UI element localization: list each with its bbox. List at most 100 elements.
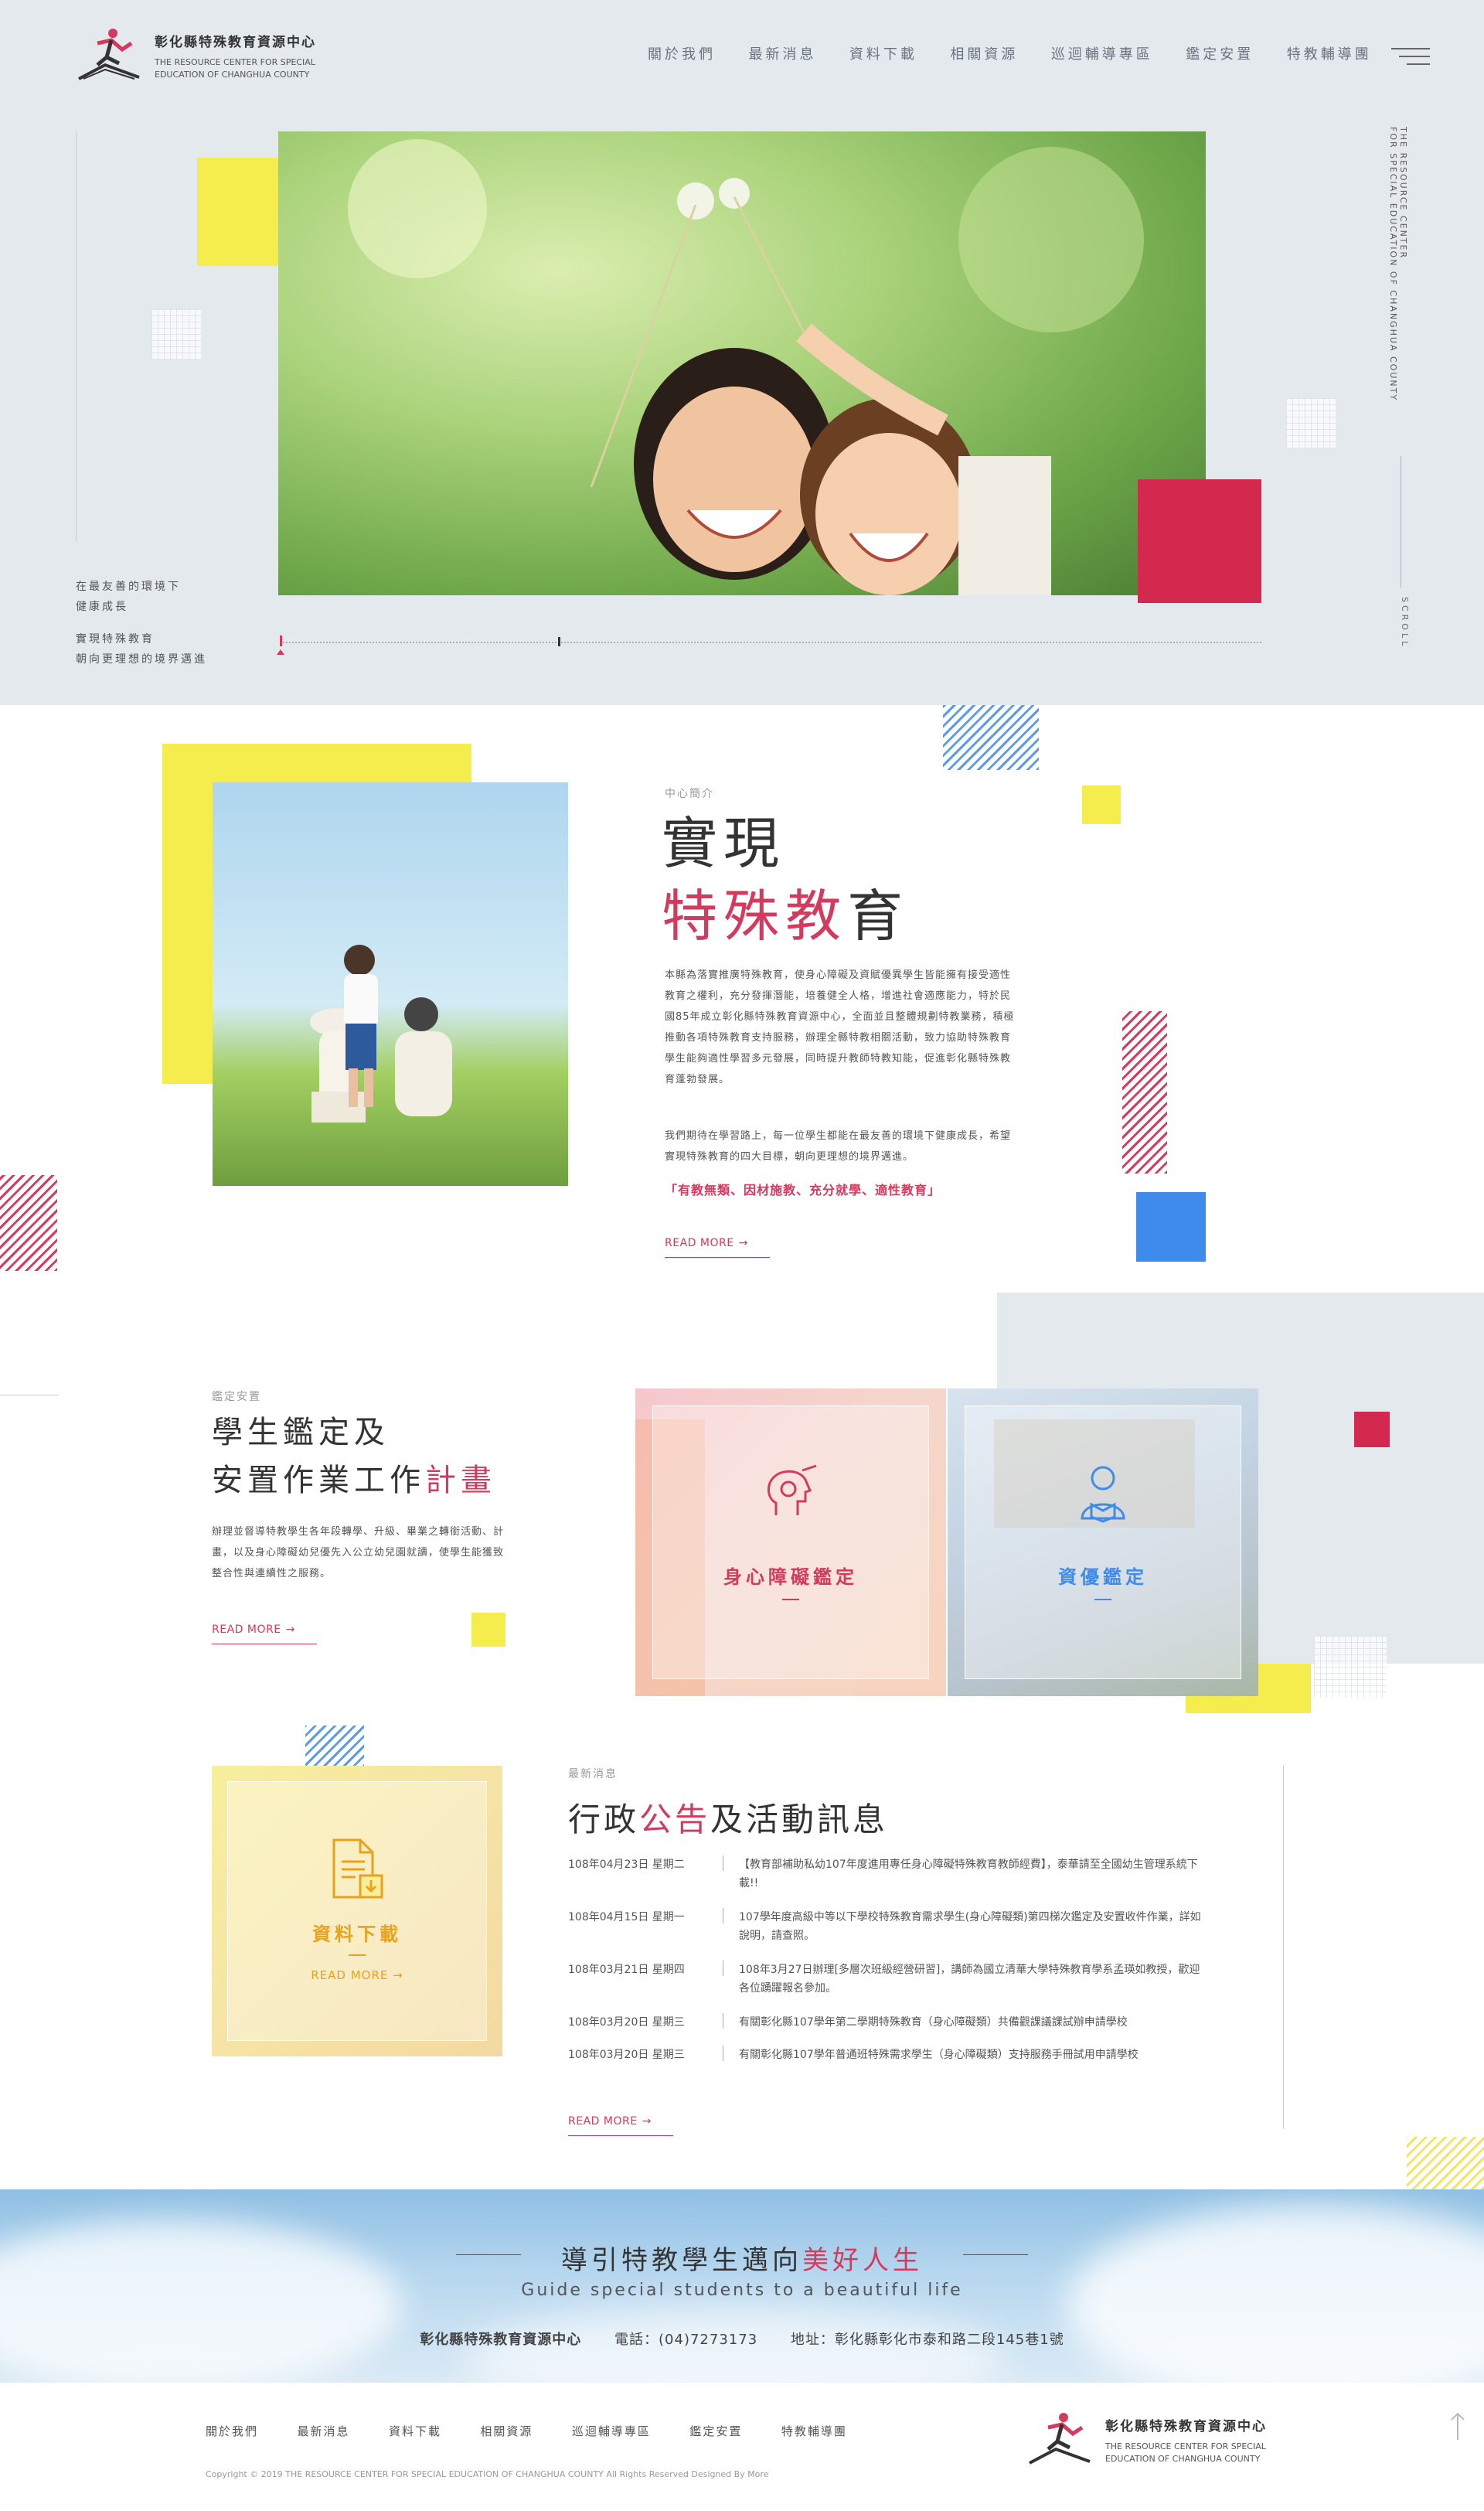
deco-grid-3 <box>1314 1636 1387 1698</box>
nav-about[interactable]: 關於我們 <box>648 46 716 63</box>
about-paragraph-2: 我們期待在學習路上，每一位學生都能在最友善的環境下健康成長，希望實現特殊教育的四… <box>665 1130 1012 1163</box>
brand-en-2: EDUCATION OF CHANGHUA COUNTY <box>155 70 310 80</box>
banner-contact: 彰化縣特殊教育資源中心 電話：(04)7273173 地址：彰化縣彰化市泰和路二… <box>0 2329 1484 2349</box>
caption-1b: 健康成長 <box>76 601 128 613</box>
brain-head-icon <box>768 1464 817 1515</box>
assess-readmore[interactable]: READ MORE → <box>212 1623 317 1644</box>
news-text[interactable]: 107學年度高級中等以下學校特殊教育需求學生(身心障礙類)第四梯次鑑定及安置收件… <box>723 1908 1217 1945</box>
deco-red-small <box>1354 1412 1390 1447</box>
deco-yellow-block <box>197 158 281 266</box>
nav-team[interactable]: 特教輔導團 <box>1287 46 1372 63</box>
footer-nav-itinerant[interactable]: 巡迴輔導專區 <box>572 2424 651 2438</box>
menu-icon[interactable] <box>1391 45 1430 66</box>
footer-brand-name: 彰化縣特殊教育資源中心 <box>1105 2419 1267 2434</box>
hero-photo <box>278 131 1206 595</box>
news-date: 108年04月23日 星期二 <box>568 1859 685 1871</box>
banner-subtitle: Guide special students to a beautiful li… <box>521 2281 963 2300</box>
brand-en-1: THE RESOURCE CENTER FOR SPECIAL <box>155 57 315 67</box>
news-date: 108年03月20日 星期三 <box>568 2016 685 2029</box>
news-text[interactable]: 108年3月27日辦理[多層次班級經營研習]，講師為國立清華大學特殊教育學系孟瑛… <box>723 1961 1217 1998</box>
footer-nav-download[interactable]: 資料下載 <box>389 2424 441 2438</box>
slider-marker-start <box>280 635 282 646</box>
assess-title-line2: 安置作業工作計畫 <box>212 1463 496 1498</box>
slider-arrow <box>277 649 284 655</box>
news-kicker: 最新消息 <box>568 1768 618 1780</box>
nav-itinerant[interactable]: 巡迴輔導專區 <box>1051 46 1153 63</box>
footer-nav-team[interactable]: 特教輔導團 <box>781 2424 847 2438</box>
about-readmore[interactable]: READ MORE → <box>665 1237 770 1258</box>
hero-caption-1: 在最友善的環境下 健康成長 <box>76 577 181 617</box>
card-gifted-assessment[interactable]: 資優鑑定 <box>948 1388 1258 1696</box>
nav-assessment[interactable]: 鑑定安置 <box>1186 46 1254 63</box>
news-title: 行政公告及活動訊息 <box>568 1801 889 1838</box>
slider-progress[interactable] <box>280 642 1261 643</box>
caption-2a: 實現特殊教育 <box>76 633 155 646</box>
main-nav: 關於我們 最新消息 資料下載 相關資源 巡迴輔導專區 鑑定安置 特教輔導團 <box>618 43 1369 63</box>
deco-stripes-red-left <box>0 1175 57 1271</box>
arrow-right-icon: → <box>285 1623 295 1636</box>
news-text[interactable]: 有關彰化縣107學年普通班特殊需求學生（身心障礙類）支持服務手冊試用申請學校 <box>723 2046 1217 2064</box>
footer-nav-assessment[interactable]: 鑑定安置 <box>689 2424 742 2438</box>
about-photo <box>213 782 568 1186</box>
download-card[interactable]: 資料下載 READ MORE → <box>212 1766 502 2056</box>
about-title-line1: 實現 <box>662 811 786 876</box>
news-item[interactable]: 108年03月21日 星期四 108年3月27日辦理[多層次班級經營研習]，講師… <box>568 1961 1217 2001</box>
about-paragraph-1: 本縣為落實推廣特殊教育，使身心障礙及資賦優異學生皆能擁有接受適性教育之權利，充分… <box>665 969 1015 1085</box>
download-readmore[interactable]: READ MORE → <box>212 1968 502 1982</box>
document-download-icon <box>332 1838 383 1899</box>
news-date: 108年03月20日 星期三 <box>568 2049 685 2061</box>
nav-resources[interactable]: 相關資源 <box>950 46 1018 63</box>
student-reading-icon <box>1081 1466 1125 1523</box>
card-gifted-label: 資優鑑定 <box>1058 1566 1148 1588</box>
logo-icon <box>78 29 140 80</box>
news-item[interactable]: 108年04月15日 星期一 107學年度高級中等以下學校特殊教育需求學生(身心… <box>568 1908 1217 1948</box>
nav-news[interactable]: 最新消息 <box>748 46 816 63</box>
deco-red-block <box>1138 479 1261 603</box>
news-readmore[interactable]: READ MORE → <box>568 2115 673 2136</box>
deco-stripes-red-right <box>1122 1011 1167 1174</box>
deco-yellow-small <box>1082 785 1121 824</box>
back-to-top-icon[interactable] <box>1448 2410 1467 2441</box>
footer-nav: 關於我們 最新消息 資料下載 相關資源 巡迴輔導專區 鑑定安置 特教輔導團 <box>206 2423 883 2439</box>
nav-download[interactable]: 資料下載 <box>849 46 917 63</box>
sky-banner: 導引特教學生邁向美好人生 Guide special students to a… <box>0 2189 1484 2383</box>
news-text[interactable]: 有關彰化縣107學年第二學期特殊教育（身心障礙類）共備觀課議課試辦申請學校 <box>723 2013 1217 2032</box>
logo[interactable]: 彰化縣特殊教育資源中心 THE RESOURCE CENTER FOR SPEC… <box>74 26 329 88</box>
assess-title-line1: 學生鑑定及 <box>212 1415 390 1450</box>
news-date: 108年03月21日 星期四 <box>568 1964 685 1976</box>
arrow-right-icon: → <box>642 2115 652 2128</box>
logo-icon <box>1029 2413 1091 2465</box>
banner-phone: 電話：(04)7273173 <box>614 2332 758 2348</box>
about-quote: 「有教無類、因材施教、充分就學、適性教育」 <box>665 1183 941 1198</box>
news-item[interactable]: 108年04月23日 星期二 【教育部補助私幼107年度進用專任身心障礙特殊教育… <box>568 1855 1217 1896</box>
assess-kicker: 鑑定安置 <box>212 1391 261 1403</box>
footer-copyright: Copyright © 2019 THE RESOURCE CENTER FOR… <box>206 2469 769 2479</box>
news-right-line <box>1283 1766 1284 2129</box>
news-item[interactable]: 108年03月20日 星期三 有關彰化縣107學年第二學期特殊教育（身心障礙類）… <box>568 2013 1217 2035</box>
news-item[interactable]: 108年03月20日 星期三 有關彰化縣107學年普通班特殊需求學生（身心障礙類… <box>568 2046 1217 2067</box>
footer-brand-en-1: THE RESOURCE CENTER FOR SPECIAL <box>1105 2441 1266 2451</box>
caption-1a: 在最友善的環境下 <box>76 581 181 593</box>
card-disability-assessment[interactable]: 身心障礙鑑定 <box>635 1388 946 1696</box>
deco-yellow-sq <box>471 1613 505 1647</box>
news-text[interactable]: 【教育部補助私幼107年度進用專任身心障礙特殊教育教師經費】，泰華請至全國幼生管… <box>723 1855 1217 1893</box>
side-en-1: THE RESOURCE CENTER <box>1398 127 1408 260</box>
scroll-indicator[interactable]: SCROLL <box>1400 597 1410 649</box>
card-disability-label: 身心障礙鑑定 <box>723 1566 858 1588</box>
banner-title: 導引特教學生邁向美好人生 <box>561 2245 923 2276</box>
hero-caption-2: 實現特殊教育 朝向更理想的境界邁進 <box>76 629 207 669</box>
footer-nav-resources[interactable]: 相關資源 <box>480 2424 533 2438</box>
news-section: 資料下載 READ MORE → 最新消息 行政公告及活動訊息 108年04月2… <box>0 1726 1484 2199</box>
banner-address: 地址：彰化縣彰化市泰和路二段145巷1號 <box>790 2332 1064 2348</box>
footer: 關於我們 最新消息 資料下載 相關資源 巡迴輔導專區 鑑定安置 特教輔導團 Co… <box>0 2383 1484 2511</box>
about-section: 中心簡介 實現 特殊教育 本縣為落實推廣特殊教育，使身心障礙及資賦優異學生皆能擁… <box>0 705 1484 1293</box>
caption-2b: 朝向更理想的境界邁進 <box>76 653 207 666</box>
download-label: 資料下載 <box>312 1923 402 1945</box>
left-divider <box>76 131 77 541</box>
deco-grid <box>151 309 201 359</box>
footer-nav-news[interactable]: 最新消息 <box>297 2424 349 2438</box>
banner-org: 彰化縣特殊教育資源中心 <box>420 2332 582 2348</box>
footer-nav-about[interactable]: 關於我們 <box>206 2424 258 2438</box>
side-en-2: FOR SPECIAL EDUCATION OF CHANGHUA COUNTY <box>1388 127 1398 402</box>
footer-logo[interactable]: 彰化縣特殊教育資源中心 THE RESOURCE CENTER FOR SPEC… <box>1025 2410 1288 2472</box>
